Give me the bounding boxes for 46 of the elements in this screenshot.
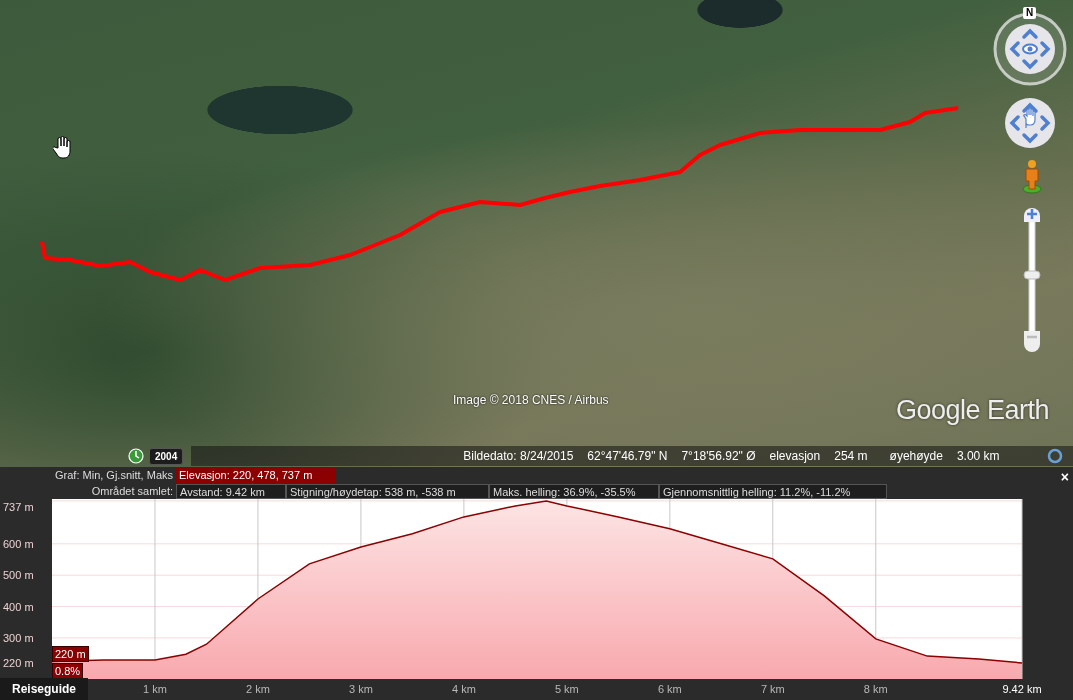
- status-text: 254 m: [834, 449, 868, 463]
- status-text: Bildedato: 8/24/2015: [463, 449, 574, 463]
- close-button[interactable]: ×: [1058, 470, 1071, 484]
- pegman-icon[interactable]: [1022, 160, 1042, 194]
- x-axis-label: 9.42 km: [1002, 683, 1042, 695]
- x-axis-label: 5 km: [554, 683, 579, 695]
- hand-cursor-icon: [53, 136, 73, 160]
- x-axis-label: 6 km: [657, 683, 682, 695]
- summary-stat: Stigning/høydetap: 538 m, -538 m: [286, 483, 489, 499]
- x-axis-label: 1 km: [143, 683, 167, 695]
- zoom-thumb[interactable]: [1023, 270, 1041, 280]
- status-text: elevasjon: [769, 449, 821, 463]
- elevation-stats: Elevasjon: 220, 478, 737 m: [176, 467, 336, 483]
- move-joystick[interactable]: [1005, 98, 1055, 148]
- summary-stat: Avstand: 9.42 km: [176, 483, 286, 499]
- status-text: 62°47'46.79" N: [587, 449, 668, 463]
- y-axis-label: 400 m: [3, 600, 34, 613]
- y-axis-label: 600 m: [3, 537, 34, 550]
- guide-tab[interactable]: Reiseguide: [0, 678, 88, 700]
- status-text: 3.00 km: [956, 449, 1000, 463]
- y-axis-label: 220 m: [3, 657, 34, 669]
- year-button[interactable]: 2004: [149, 447, 184, 465]
- status-text: øyehøyde: [889, 449, 943, 463]
- cursor-readout: 0.8%: [52, 663, 84, 679]
- status-text: 7°18'56.92" Ø: [681, 449, 756, 463]
- loading-ring-icon: [1047, 448, 1063, 464]
- summary-stat: Maks. helling: 36.9%, -35.5%: [489, 483, 659, 499]
- x-axis-label: 2 km: [246, 683, 270, 695]
- imagery-attribution: Image © 2018 CNES / Airbus: [453, 393, 609, 407]
- look-joystick[interactable]: [1005, 24, 1055, 74]
- x-axis-label: 8 km: [863, 683, 888, 695]
- x-axis-label: 7 km: [760, 683, 785, 695]
- y-axis-label: 300 m: [3, 631, 34, 644]
- clock-icon[interactable]: [128, 448, 144, 464]
- x-axis-label: 4 km: [451, 683, 476, 695]
- x-axis-label: 3 km: [349, 683, 373, 695]
- north-label: N: [1023, 7, 1037, 19]
- summary-stat: Gjennomsnittlig helling: 11.2%, -11.2%: [659, 483, 887, 499]
- zoom-slider[interactable]: [1023, 207, 1041, 352]
- y-axis-label: 737 m: [3, 501, 34, 513]
- zoom-in-icon[interactable]: [1024, 207, 1040, 222]
- app-logo: Google Earth: [896, 395, 1050, 426]
- y-axis-label: 500 m: [3, 569, 34, 582]
- graph-label: Graf: Min, Gj.snitt, Maks: [54, 469, 174, 481]
- summary-label: Området samlet:: [90, 485, 174, 497]
- cursor-readout: 220 m: [52, 646, 89, 662]
